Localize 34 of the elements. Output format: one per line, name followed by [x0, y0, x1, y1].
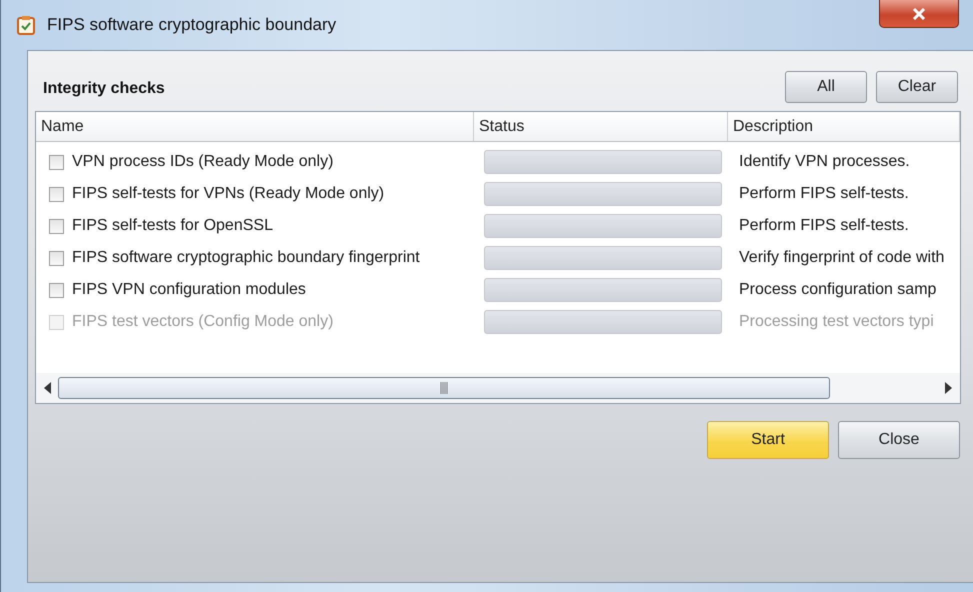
scroll-left-icon[interactable]: [44, 382, 52, 394]
column-header[interactable]: Name: [36, 112, 474, 141]
description-cell-text: Identify VPN processes.: [738, 153, 911, 171]
scroll-thumb[interactable]: [58, 377, 830, 399]
section-title: Integrity checks: [42, 80, 166, 98]
scroll-right-icon[interactable]: [944, 382, 952, 394]
close-button[interactable]: [879, 0, 959, 28]
dialog-button[interactable]: Start: [707, 421, 829, 459]
checkbox[interactable]: [49, 218, 64, 234]
grip-icon: [440, 382, 448, 394]
window-title: FIPS software cryptographic boundary: [47, 15, 336, 35]
check-name: VPN process IDs (Ready Mode only): [72, 153, 334, 171]
column-header[interactable]: Status: [474, 112, 728, 141]
description-cell-text: Perform FIPS self-tests.: [738, 185, 910, 203]
description-cell-text: Process configuration samp: [738, 281, 938, 299]
checkbox[interactable]: [49, 186, 64, 202]
check-name: FIPS software cryptographic boundary fingerprint: [72, 249, 420, 267]
header-button[interactable]: All: [785, 71, 867, 103]
header-button[interactable]: Clear: [876, 71, 958, 103]
check-name: FIPS VPN configuration modules: [72, 281, 306, 299]
horizontal-scrollbar[interactable]: [36, 373, 960, 403]
check-name: FIPS self-tests for VPNs (Ready Mode only): [72, 185, 384, 203]
clipboard-check-icon: [17, 15, 35, 35]
checkbox[interactable]: [49, 282, 64, 298]
check-name: FIPS self-tests for OpenSSL: [72, 217, 273, 235]
check-name: FIPS test vectors (Config Mode only): [72, 313, 334, 331]
dialog-button[interactable]: Close: [838, 421, 960, 459]
description-cell-text: Verify fingerprint of code with: [738, 249, 946, 267]
description-cell-text: Perform FIPS self-tests.: [738, 217, 910, 235]
checkbox[interactable]: [49, 250, 64, 266]
description-cell-text: Processing test vectors typi: [738, 313, 935, 331]
column-header[interactable]: Description: [728, 112, 960, 141]
close-icon: [912, 8, 926, 20]
checkbox[interactable]: [49, 154, 64, 170]
